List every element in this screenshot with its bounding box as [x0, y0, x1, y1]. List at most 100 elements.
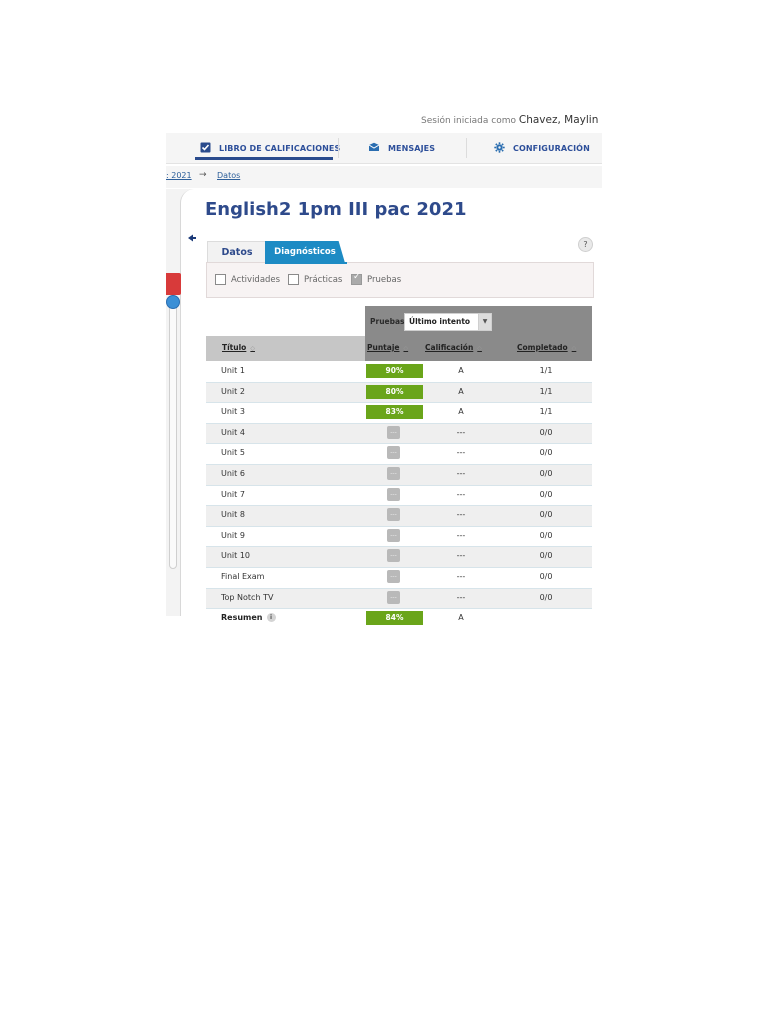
slider-knob[interactable]: [166, 295, 180, 309]
column-header-score-label: Puntaje: [367, 343, 400, 352]
column-header-title-label: Título: [222, 343, 247, 352]
table-row[interactable]: Unit 5 --- --- 0/0: [206, 444, 592, 465]
table-row[interactable]: Unit 2 80% A 1/1: [206, 382, 592, 404]
score-badge-empty: ---: [387, 508, 400, 522]
tab-underline: [265, 262, 347, 264]
row-grade: ---: [456, 510, 466, 520]
score-badge-empty: ---: [387, 569, 400, 583]
summary-score: 84%: [366, 611, 423, 626]
row-title[interactable]: Unit 3: [221, 407, 245, 416]
table-row[interactable]: Unit 6 --- --- 0/0: [206, 464, 592, 486]
row-title[interactable]: Unit 5: [221, 448, 245, 457]
filter-activities-label: Actividades: [231, 274, 281, 285]
row-completed: 0/0: [539, 448, 553, 458]
row-title[interactable]: Unit 8: [221, 510, 245, 519]
session-user[interactable]: Chavez, Maylin: [519, 114, 598, 126]
table-row[interactable]: Unit 9 --- --- 0/0: [206, 527, 592, 548]
attempt-select[interactable]: Último intento ▼: [404, 313, 492, 331]
column-header-grade-label: Calificación: [425, 343, 474, 352]
table-row[interactable]: Unit 7 --- --- 0/0: [206, 486, 592, 507]
row-title[interactable]: Unit 9: [221, 531, 245, 540]
nav-settings-label: CONFIGURACIÓN: [513, 143, 590, 153]
breadcrumb-current[interactable]: Datos: [217, 171, 240, 180]
score-badge-empty: ---: [387, 466, 400, 480]
column-header-title[interactable]: Título ◇: [222, 343, 255, 352]
filter-activities[interactable]: Actividades: [215, 274, 280, 285]
sort-icon: ◇: [250, 345, 255, 352]
table-row[interactable]: Unit 3 83% A 1/1: [206, 403, 592, 424]
summary-grade: A: [458, 613, 464, 623]
info-icon[interactable]: i: [266, 613, 276, 623]
row-title[interactable]: Unit 4: [221, 428, 245, 437]
side-panel-edge: [180, 189, 195, 616]
score-badge-empty: ---: [387, 425, 400, 439]
gear-icon: [494, 141, 505, 155]
breadcrumb-course[interactable]: : 2021: [166, 171, 192, 180]
breadcrumb-arrow-icon: →: [199, 170, 207, 180]
grades-table: Unit 1 90% A 1/1 Unit 2 80% A 1/1 Unit 3 83% A 1/1 U…: [206, 362, 592, 629]
column-header-completed-label: Completado: [517, 343, 568, 352]
checkbox-activities[interactable]: [215, 274, 226, 285]
row-completed: 0/0: [539, 510, 553, 520]
slider-track[interactable]: [169, 295, 177, 569]
table-row[interactable]: Unit 10 --- --- 0/0: [206, 547, 592, 568]
tab-datos[interactable]: Datos: [207, 241, 267, 264]
nav-divider: [466, 138, 467, 158]
filter-tests-label: Pruebas: [367, 274, 402, 285]
summary-row: Resumen i 84% A: [206, 609, 592, 629]
row-title[interactable]: Unit 1: [221, 366, 245, 375]
alert-tab[interactable]: [166, 273, 181, 295]
sort-icon: ◇: [571, 345, 577, 352]
row-grade: ---: [456, 489, 466, 499]
row-title[interactable]: Unit 2: [221, 387, 245, 396]
table-row[interactable]: Final Exam --- --- 0/0: [206, 568, 592, 589]
checkbox-practices[interactable]: [288, 274, 299, 285]
nav-messages[interactable]: MENSAJES: [368, 133, 435, 163]
row-grade: ---: [456, 571, 466, 581]
attempt-select-value: Último intento: [409, 317, 471, 326]
row-title[interactable]: Unit 10: [221, 551, 250, 560]
row-title[interactable]: Top Notch TV: [221, 593, 273, 602]
table-row[interactable]: Unit 1 90% A 1/1: [206, 362, 592, 383]
gradebook-icon: [200, 142, 211, 155]
row-completed: 0/0: [539, 592, 553, 602]
checkbox-tests[interactable]: [351, 272, 362, 285]
filter-tests[interactable]: Pruebas: [351, 272, 402, 285]
table-row[interactable]: Top Notch TV --- --- 0/0: [206, 588, 592, 610]
column-header-completed[interactable]: Completado ◇: [517, 343, 576, 352]
score-badge: 83%: [366, 405, 423, 420]
breadcrumb: : 2021 → Datos: [166, 166, 602, 188]
column-header-score[interactable]: Puntaje ◇: [367, 343, 408, 352]
row-completed: 0/0: [539, 427, 553, 437]
session-info: Sesión iniciada como Chavez, Maylin: [421, 114, 598, 126]
row-title[interactable]: Unit 7: [221, 490, 245, 499]
column-header-grade[interactable]: Calificación ◇: [425, 343, 482, 352]
nav-divider: [338, 138, 339, 158]
score-badge: 80%: [366, 384, 423, 399]
score-badge-empty: ---: [387, 549, 400, 563]
tab-diagnosticos[interactable]: Diagnósticos: [265, 241, 345, 263]
nav-active-indicator: [195, 157, 333, 160]
chevron-down-icon[interactable]: ▼: [478, 314, 491, 330]
collapse-arrow-icon[interactable]: [185, 229, 196, 249]
page-title: English2 1pm III pac 2021: [205, 199, 467, 220]
filter-practices[interactable]: Prácticas: [288, 274, 342, 285]
score-badge-empty: ---: [387, 590, 400, 604]
messages-icon: [368, 142, 380, 154]
score-badge-empty: ---: [387, 487, 400, 501]
row-title[interactable]: Final Exam: [221, 572, 264, 581]
table-row[interactable]: Unit 4 --- --- 0/0: [206, 423, 592, 445]
score-badge: 90%: [366, 364, 423, 378]
row-completed: 1/1: [539, 407, 553, 417]
help-icon[interactable]: ?: [578, 237, 593, 252]
row-grade: A: [458, 386, 464, 396]
row-grade: ---: [456, 427, 466, 437]
row-title[interactable]: Unit 6: [221, 469, 245, 478]
filter-panel: Actividades Prácticas Pruebas: [206, 262, 594, 298]
nav-settings[interactable]: CONFIGURACIÓN: [494, 133, 590, 163]
row-grade: ---: [456, 592, 466, 602]
table-row[interactable]: Unit 8 --- --- 0/0: [206, 506, 592, 527]
row-grade: ---: [456, 551, 466, 561]
sort-icon: ◇: [477, 345, 482, 352]
row-completed: 0/0: [539, 530, 553, 540]
